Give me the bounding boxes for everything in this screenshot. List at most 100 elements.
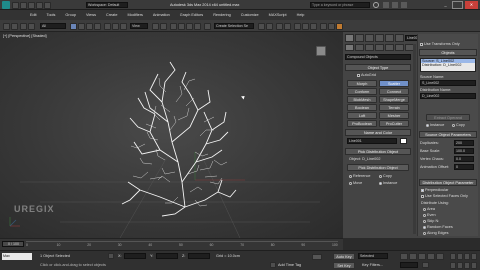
lights-icon[interactable]: [365, 44, 374, 51]
reference-radio[interactable]: [349, 174, 352, 178]
field-of-view-icon[interactable]: [450, 261, 456, 269]
morph-button[interactable]: Morph: [347, 80, 377, 87]
space-warps-icon[interactable]: [395, 44, 404, 51]
key-mode-icon[interactable]: [312, 254, 322, 260]
new-file-icon[interactable]: [12, 1, 19, 9]
distribute-option[interactable]: Even: [423, 213, 436, 217]
distribution-params-header[interactable]: Distribution Object Parameter: [419, 179, 477, 186]
menu-item-graph-editors[interactable]: Graph Editors: [180, 13, 203, 17]
use-transforms-option[interactable]: Use Transforms Only: [420, 42, 460, 46]
category-dropdown[interactable]: Compound Objects: [345, 54, 411, 60]
workspace-dropdown[interactable]: Workspace: Default: [86, 2, 128, 8]
render-production-icon[interactable]: [336, 22, 343, 30]
current-frame-field[interactable]: [400, 262, 418, 268]
menu-item-edit[interactable]: Edit: [30, 13, 37, 17]
named-selection-set-dropdown[interactable]: Create Selection Se: [214, 23, 254, 29]
search-input[interactable]: Type a keyword or phrase: [310, 2, 370, 8]
distribute-option[interactable]: Along Edges: [423, 231, 449, 235]
menu-item-views[interactable]: Views: [86, 13, 96, 17]
zoom-all-icon[interactable]: [457, 253, 463, 260]
material-editor-icon[interactable]: [310, 22, 317, 30]
param-spinner[interactable]: 0.0: [454, 156, 474, 162]
loft-button[interactable]: Loft: [347, 112, 377, 119]
autogrid-checkbox[interactable]: AutoGrid: [357, 73, 376, 77]
distribution-name-field[interactable]: D_Line002: [420, 93, 476, 99]
angle-snap-icon[interactable]: [178, 22, 185, 30]
z-coordinate-field[interactable]: [188, 253, 210, 259]
connect-button[interactable]: Connect: [379, 88, 409, 95]
distribute-radio[interactable]: [423, 219, 426, 223]
name-field[interactable]: Line001: [347, 138, 397, 144]
go-to-end-icon[interactable]: [436, 253, 444, 260]
move-option[interactable]: Move: [349, 181, 362, 185]
add-time-tag-button[interactable]: Add Time Tag: [278, 263, 301, 267]
distribute-option[interactable]: Skip N:: [423, 219, 439, 223]
pivot-icon[interactable]: [152, 22, 159, 30]
menu-item-animation[interactable]: Animation: [153, 13, 170, 17]
redo-tool-icon[interactable]: [11, 22, 18, 30]
tab-create[interactable]: [345, 34, 354, 42]
distribute-option[interactable]: Area: [423, 207, 435, 211]
save-file-icon[interactable]: [28, 1, 35, 9]
tab-display[interactable]: [385, 34, 394, 42]
tab-utilities[interactable]: [395, 34, 404, 42]
curve-editor-icon[interactable]: [294, 22, 301, 30]
edit-named-selection-icon[interactable]: [204, 22, 211, 30]
source-name-field[interactable]: S_Line002: [420, 80, 476, 86]
distribute-radio[interactable]: [423, 231, 426, 235]
help-icon[interactable]: [401, 2, 407, 8]
timeline-ruler[interactable]: 0 10 20 30 40 50 60 70 80 90 100: [26, 241, 338, 249]
undo-icon[interactable]: [36, 1, 43, 9]
blobmesh-button[interactable]: BlobMesh: [347, 96, 377, 103]
align-icon[interactable]: [266, 22, 273, 30]
perpendicular-option[interactable]: Perpendicular: [421, 188, 448, 192]
time-config-icon[interactable]: [422, 262, 429, 268]
y-coordinate-field[interactable]: [156, 253, 178, 259]
distribute-option[interactable]: Random Faces: [423, 225, 453, 229]
infocenter-icon[interactable]: [383, 2, 389, 8]
auto-key-button[interactable]: Auto Key: [333, 253, 355, 260]
close-icon[interactable]: ✕: [465, 1, 478, 9]
previous-frame-icon[interactable]: [409, 253, 417, 260]
mesher-button[interactable]: Mesher: [379, 112, 409, 119]
menu-item-group[interactable]: Group: [65, 13, 76, 17]
mirror-icon[interactable]: [258, 22, 265, 30]
use-selected-check-icon[interactable]: [421, 194, 424, 198]
use-selected-option[interactable]: Use Selected Faces Only: [421, 194, 468, 198]
menu-item-create[interactable]: Create: [106, 13, 117, 17]
schematic-view-icon[interactable]: [302, 22, 309, 30]
instance-extract-radio[interactable]: [426, 123, 429, 127]
param-spinner[interactable]: 0: [454, 164, 474, 170]
object-type-header[interactable]: Object Type: [345, 64, 411, 71]
instance-option[interactable]: Instance: [379, 181, 397, 185]
tab-modify[interactable]: [355, 34, 364, 42]
key-filters-button[interactable]: Key Filters...: [362, 263, 383, 267]
copy-extract-radio[interactable]: [452, 123, 455, 127]
procutter-button[interactable]: ProCutter: [379, 120, 409, 127]
extract-operand-button[interactable]: Extract Operand: [426, 114, 470, 121]
key-selection-dropdown[interactable]: Selected: [358, 253, 388, 259]
terrain-button[interactable]: Terrain: [379, 104, 409, 111]
scatter-button[interactable]: Scatter: [379, 80, 409, 87]
x-coordinate-field[interactable]: [124, 253, 146, 259]
distribute-radio[interactable]: [423, 225, 426, 229]
manipulate-icon[interactable]: [160, 22, 167, 30]
distribute-radio[interactable]: [423, 207, 426, 211]
scale-icon[interactable]: [120, 22, 127, 30]
reference-coordinate-dropdown[interactable]: View: [130, 23, 148, 29]
color-swatch[interactable]: [400, 138, 407, 144]
proboolean-button[interactable]: ProBoolean: [347, 120, 377, 127]
time-slider[interactable]: 0 / 100 0 10 20 30 40 50 60 70 80 90 100: [0, 238, 343, 250]
instance-radio[interactable]: [379, 181, 382, 185]
render-setup-icon[interactable]: [320, 22, 327, 30]
source-params-header[interactable]: Source Object Parameters: [419, 131, 477, 138]
open-file-icon[interactable]: [20, 1, 27, 9]
menu-item-rendering[interactable]: Rendering: [213, 13, 231, 17]
rendered-frame-icon[interactable]: [328, 22, 335, 30]
rectangle-select-icon[interactable]: [86, 22, 93, 30]
undo-tool-icon[interactable]: [3, 22, 10, 30]
next-frame-icon[interactable]: [427, 253, 435, 260]
menu-item-maxscript[interactable]: MAXScript: [269, 13, 287, 17]
distribute-radio[interactable]: [423, 213, 426, 217]
helpers-icon[interactable]: [385, 44, 394, 51]
